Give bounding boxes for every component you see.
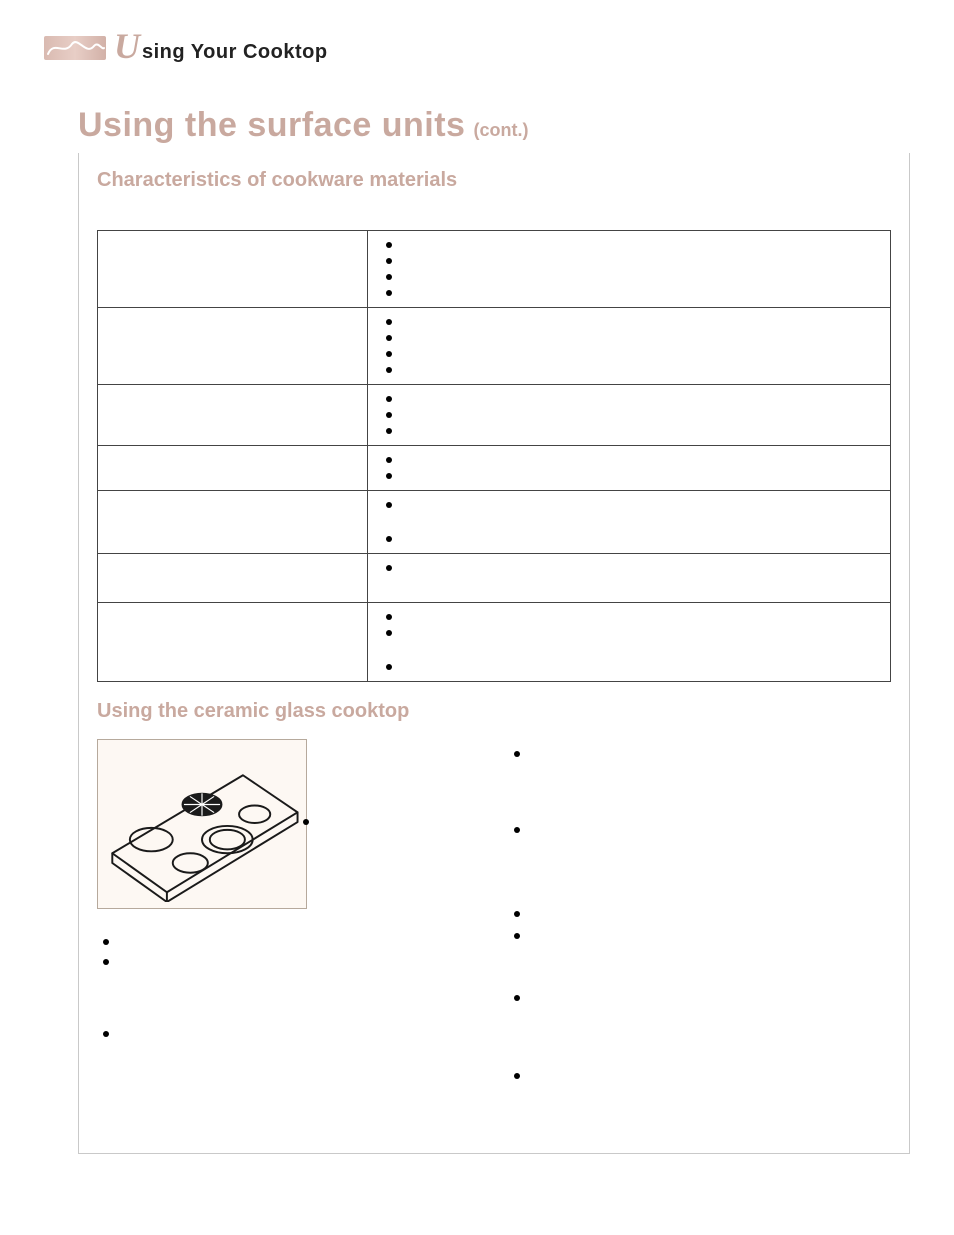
- page-root: U sing Your Cooktop Using the surface un…: [0, 0, 954, 1235]
- list-item: [400, 560, 880, 576]
- table-row: [98, 554, 891, 603]
- section-title-row: Using the surface units (cont.): [78, 106, 910, 145]
- cookware-materials-table: [97, 230, 891, 682]
- table-row: [98, 491, 891, 554]
- characteristics-bullets: [378, 609, 880, 675]
- list-item: [400, 362, 880, 378]
- characteristics-bullets: [378, 452, 880, 484]
- cookware-materials-tbody: [98, 231, 891, 682]
- monogram-swatch: [44, 36, 106, 60]
- characteristics-bullets: [378, 237, 880, 301]
- list-item: [117, 1027, 480, 1041]
- list-item: [528, 929, 891, 943]
- ceramic-heading: Using the ceramic glass cooktop: [97, 700, 891, 723]
- list-item: [400, 330, 880, 346]
- monogram-swatch-svg: [44, 36, 106, 60]
- characteristics-cell: [367, 491, 890, 554]
- content-panel: Characteristics of cookware materials Us…: [78, 153, 910, 1154]
- list-item: [117, 955, 480, 969]
- material-cell: [98, 554, 368, 603]
- ceramic-right-bullets: [508, 747, 891, 1083]
- cooktop-illustration-svg: [104, 746, 300, 902]
- list-item: [528, 1069, 891, 1083]
- characteristics-bullets: [378, 497, 880, 547]
- characteristics-heading: Characteristics of cookware materials: [97, 169, 891, 192]
- list-item: [400, 452, 880, 468]
- characteristics-cell: [367, 603, 890, 682]
- characteristics-cell: [367, 385, 890, 446]
- characteristics-cell: [367, 446, 890, 491]
- header-script-letter: U: [114, 28, 140, 64]
- list-item: [317, 815, 457, 829]
- table-row: [98, 308, 891, 385]
- material-cell: [98, 231, 368, 308]
- list-item: [528, 823, 891, 837]
- page-header: U sing Your Cooktop: [44, 28, 910, 64]
- ceramic-right-col: [508, 729, 891, 1095]
- ceramic-left-col: [97, 729, 480, 1095]
- list-item: [400, 269, 880, 285]
- list-item: [400, 609, 880, 625]
- list-item: [528, 907, 891, 921]
- list-item: [528, 747, 891, 761]
- ceramic-left-bullets-top: [297, 815, 457, 841]
- list-item: [400, 407, 880, 423]
- ceramic-left-bullets: [97, 935, 480, 1041]
- list-item: [400, 468, 880, 484]
- material-cell: [98, 385, 368, 446]
- material-cell: [98, 603, 368, 682]
- material-cell: [98, 308, 368, 385]
- material-cell: [98, 491, 368, 554]
- header-title-rest: sing Your Cooktop: [142, 41, 328, 64]
- characteristics-bullets: [378, 391, 880, 439]
- ceramic-two-col: [97, 729, 891, 1095]
- section-title-suffix: (cont.): [473, 120, 528, 141]
- list-item: [117, 935, 480, 949]
- section-title: Using the surface units: [78, 106, 465, 145]
- table-row: [98, 446, 891, 491]
- list-item: [400, 659, 880, 675]
- table-row: [98, 603, 891, 682]
- characteristics-cell: [367, 308, 890, 385]
- list-item: [400, 531, 880, 547]
- list-item: [400, 625, 880, 641]
- list-item: [400, 346, 880, 362]
- characteristics-bullets: [378, 560, 880, 576]
- list-item: [400, 391, 880, 407]
- material-cell: [98, 446, 368, 491]
- table-row: [98, 231, 891, 308]
- characteristics-cell: [367, 554, 890, 603]
- list-item: [400, 314, 880, 330]
- table-row: [98, 385, 891, 446]
- ceramic-cooktop-illustration: [97, 739, 307, 909]
- list-item: [528, 991, 891, 1005]
- list-item: [400, 497, 880, 513]
- list-item: [400, 285, 880, 301]
- list-item: [400, 237, 880, 253]
- list-item: [400, 253, 880, 269]
- characteristics-bullets: [378, 314, 880, 378]
- list-item: [400, 423, 880, 439]
- characteristics-cell: [367, 231, 890, 308]
